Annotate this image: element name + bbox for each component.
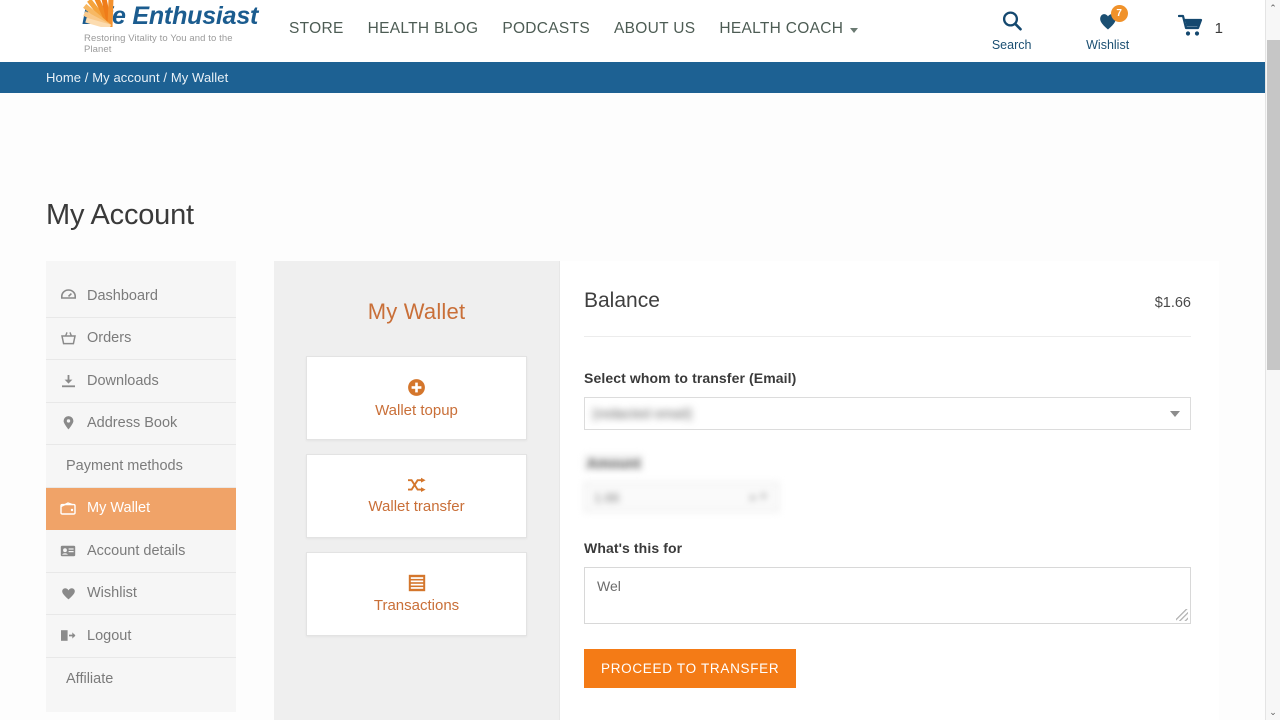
- proceed-to-transfer-button[interactable]: PROCEED TO TRANSFER: [584, 649, 797, 688]
- scrollbar-thumb[interactable]: [1267, 40, 1280, 370]
- sidebar-item-address-book[interactable]: Address Book: [46, 402, 236, 445]
- recipient-select-value: [redacted email]: [593, 406, 692, 421]
- sidebar-item-label: Dashboard: [87, 287, 158, 304]
- sidebar-item-label: Affiliate: [66, 670, 114, 687]
- sidebar-item-payment-methods[interactable]: Payment methods: [46, 445, 236, 488]
- recipient-select[interactable]: [redacted email]: [584, 397, 1191, 430]
- search-label: Search: [991, 38, 1032, 52]
- shopping-cart-icon: [1177, 14, 1204, 43]
- chevron-down-icon: [850, 27, 859, 33]
- download-icon: [60, 374, 76, 388]
- site-header: Life Enthusiast Restoring Vitality to Yo…: [0, 0, 1265, 62]
- nav-item-health-blog[interactable]: HEALTH BLOG: [368, 20, 479, 38]
- sidebar-item-label: Logout: [87, 627, 132, 644]
- nav-label: HEALTH COACH: [719, 20, 844, 37]
- search-button[interactable]: Search: [986, 10, 1038, 52]
- sidebar-item-label: Payment methods: [66, 457, 183, 474]
- sidebar-item-logout[interactable]: Logout: [46, 615, 236, 658]
- logo-tagline: Restoring Vitality to You and to the Pla…: [84, 32, 233, 55]
- nav-label: HEALTH BLOG: [367, 20, 479, 37]
- scroll-down-arrow-icon[interactable]: ⌄: [1266, 704, 1280, 720]
- sidebar-item-label: Orders: [87, 330, 132, 347]
- sidebar-item-account-details[interactable]: Account details: [46, 530, 236, 573]
- sidebar-item-dashboard[interactable]: Dashboard: [46, 275, 236, 318]
- plus-circle-icon: [407, 378, 426, 397]
- sidebar-item-downloads[interactable]: Downloads: [46, 360, 236, 403]
- logout-icon: [60, 629, 76, 642]
- nav-label: PODCASTS: [502, 20, 590, 37]
- page-content: Life Enthusiast Restoring Vitality to Yo…: [0, 0, 1265, 720]
- page-scrollbar[interactable]: ⌃ ⌄: [1265, 0, 1280, 720]
- number-stepper-icon: ▲▼: [747, 491, 769, 503]
- breadcrumb-bar: Home / My account / My Wallet: [0, 62, 1265, 93]
- amount-field-label: Amount: [584, 455, 644, 471]
- recipient-field-label: Select whom to transfer (Email): [584, 370, 797, 386]
- wishlist-label: Wishlist: [1086, 38, 1130, 52]
- balance-amount: $1.66: [1154, 295, 1191, 311]
- amount-input[interactable]: 1.66 ▲▼: [584, 482, 779, 512]
- search-icon: [1001, 10, 1023, 37]
- note-field-label: What's this for: [584, 540, 683, 556]
- cart-button[interactable]: 1: [1177, 14, 1223, 43]
- wishlist-count-badge: 7: [1110, 5, 1128, 22]
- main-content: My Account Dashboard Orders Downloads Ad…: [0, 93, 1265, 720]
- sidebar-item-wishlist[interactable]: Wishlist: [46, 572, 236, 615]
- sidebar-item-label: Account details: [87, 542, 186, 559]
- map-pin-icon: [60, 416, 76, 430]
- sunburst-rays-icon: [74, 0, 146, 28]
- nav-item-store[interactable]: STORE: [289, 20, 344, 38]
- wallet-transfer-panel: Balance $1.66 Select whom to transfer (E…: [559, 261, 1219, 720]
- list-lines-icon: [408, 574, 426, 592]
- sidebar-item-label: Wishlist: [87, 585, 137, 602]
- balance-label: Balance: [584, 289, 660, 312]
- header-actions: Search 7 Wishlist 1: [986, 5, 1265, 52]
- heart-icon: [60, 587, 76, 600]
- note-textarea[interactable]: Wel: [584, 567, 1191, 624]
- wallet-icon: [60, 502, 76, 515]
- transactions-card[interactable]: Transactions: [306, 552, 527, 636]
- sidebar-item-orders[interactable]: Orders: [46, 317, 236, 360]
- wallet-menu-panel: My Wallet Wallet topup Wallet transfer T…: [274, 261, 559, 720]
- wallet-card-label: Wallet topup: [375, 401, 458, 419]
- nav-item-about-us[interactable]: ABOUT US: [614, 20, 695, 38]
- scroll-up-arrow-icon[interactable]: ⌃: [1266, 0, 1280, 16]
- wallet-topup-card[interactable]: Wallet topup: [306, 356, 527, 440]
- sidebar-item-my-wallet[interactable]: My Wallet: [46, 487, 236, 530]
- wallet-menu-heading: My Wallet: [367, 299, 466, 324]
- wallet-transfer-card[interactable]: Wallet transfer: [306, 454, 527, 538]
- account-sidebar: Dashboard Orders Downloads Address Book …: [46, 261, 236, 712]
- sidebar-item-label: Downloads: [87, 372, 159, 389]
- sidebar-item-label: Address Book: [87, 415, 178, 432]
- basket-icon: [60, 331, 76, 345]
- nav-label: STORE: [289, 20, 344, 37]
- site-logo[interactable]: Life Enthusiast Restoring Vitality to Yo…: [46, 0, 261, 55]
- nav-item-health-coach[interactable]: HEALTH COACH: [719, 20, 859, 38]
- id-card-icon: [60, 545, 76, 557]
- dashboard-icon: [60, 289, 76, 302]
- main-navigation: STORE HEALTH BLOG PODCASTS ABOUT US HEAL…: [289, 20, 859, 38]
- sidebar-item-label: My Wallet: [87, 500, 151, 517]
- amount-value: 1.66: [594, 489, 620, 505]
- breadcrumb[interactable]: Home / My account / My Wallet: [46, 70, 228, 85]
- resize-grip-icon[interactable]: [1176, 609, 1188, 621]
- browser-viewport: Life Enthusiast Restoring Vitality to Yo…: [0, 0, 1280, 720]
- wishlist-button[interactable]: 7 Wishlist: [1082, 5, 1134, 52]
- page-title: My Account: [46, 199, 194, 231]
- wallet-card-label: Wallet transfer: [368, 498, 465, 515]
- cart-count: 1: [1214, 19, 1223, 37]
- chevron-down-icon: [1170, 410, 1180, 417]
- nav-item-podcasts[interactable]: PODCASTS: [502, 20, 590, 38]
- sidebar-item-affiliate[interactable]: Affiliate: [46, 657, 236, 700]
- nav-label: ABOUT US: [613, 20, 696, 37]
- account-layout: Dashboard Orders Downloads Address Book …: [46, 261, 1219, 720]
- balance-row: Balance $1.66: [584, 289, 1191, 337]
- shuffle-arrows-icon: [407, 477, 427, 493]
- wallet-card-label: Transactions: [373, 597, 460, 614]
- note-value: Wel: [597, 578, 621, 594]
- transfer-form: Select whom to transfer (Email) [redacte…: [584, 337, 1191, 688]
